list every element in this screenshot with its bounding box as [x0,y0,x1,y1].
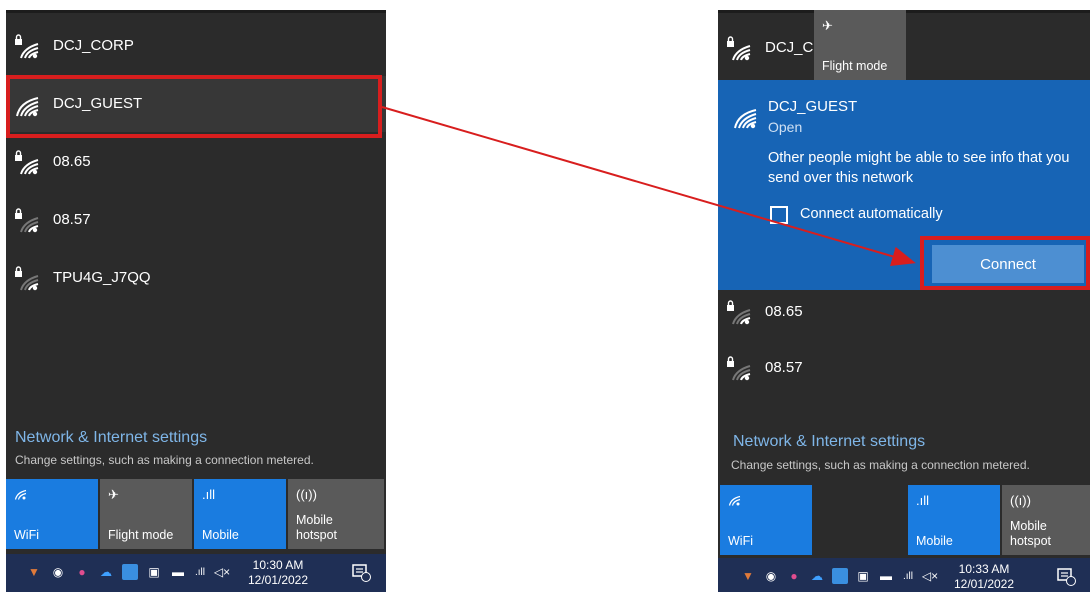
tile-wifi[interactable]: WiFi [720,485,812,555]
signal-icon: .ıll [202,487,215,502]
network-ssid: 08.57 [765,359,803,376]
speaker-muted-icon[interactable]: ◁× [214,564,230,580]
notification-icon [352,564,371,582]
outlook-icon[interactable] [122,564,138,580]
lock-icon[interactable]: ▣ [146,564,162,580]
wifi-icon [728,495,741,506]
notification-center-icon[interactable] [351,562,371,582]
network-item-08-65[interactable]: 08.65 [6,134,386,190]
teams-icon[interactable]: ● [74,564,90,580]
network-item-dcj-corp[interactable]: DCJ_CORP [6,18,386,74]
network-ssid: DCJ_CORP [53,37,134,54]
clock[interactable]: 10:30 AM 12/01/2022 [242,558,314,588]
network-item-08-65[interactable]: 08.65 [718,284,1090,340]
speaker-muted-icon[interactable]: ◁× [922,568,938,584]
clock-date: 12/01/2022 [247,573,309,587]
onedrive-icon[interactable]: ☁ [98,564,114,580]
tile-flight-mode[interactable]: ✈ Flight mode [814,10,906,80]
network-settings-description: Change settings, such as making a connec… [731,458,1030,472]
tile-label: Flight mode [108,528,174,542]
network-item-08-57[interactable]: 08.57 [6,192,386,248]
network-ssid: 08.65 [53,153,91,170]
checkbox-box[interactable] [770,206,788,224]
chevron-down-icon[interactable]: ▼ [740,568,756,584]
network-settings-link[interactable]: Network & Internet settings [733,433,925,451]
secured-wifi-icon [727,36,751,61]
network-ssid: 08.57 [53,211,91,228]
network-status: Open [768,119,803,135]
taskbar: ▼ ◉ ● ☁ ▣ ▬ .ıll ◁× 10:30 AM 12/01/2022 [6,554,386,592]
clock-time: 10:30 AM [252,558,304,572]
clock[interactable]: 10:33 AM 12/01/2022 [948,562,1020,592]
onedrive-icon[interactable]: ☁ [809,568,825,584]
battery-icon[interactable]: ▬ [170,564,186,580]
signal-icon[interactable]: .ıll [192,564,208,580]
signal-icon[interactable]: .ıll [900,568,916,584]
airplane-icon: ✈ [108,487,119,502]
tile-flight-mode[interactable]: ✈ Flight mode [100,479,192,549]
tile-mobile[interactable]: .ıll Mobile [908,485,1000,555]
hotspot-icon: ((ı)) [296,487,317,502]
clock-time: 10:33 AM [958,562,1010,576]
network-item-tpu4g[interactable]: TPU4G_J7QQ [6,250,386,306]
chevron-down-icon[interactable]: ▼ [26,564,42,580]
secured-wifi-weak-icon [15,266,39,291]
tile-label: Flight mode [822,59,888,73]
signal-icon: .ıll [916,493,929,508]
battery-icon[interactable]: ▬ [878,568,894,584]
network-ssid: DCJ_GUEST [768,98,858,115]
open-wifi-icon [734,109,757,129]
tile-label: Mobile hotspot [1010,519,1052,548]
secured-wifi-weak-icon [727,356,751,381]
teams-icon[interactable]: ● [786,568,802,584]
secured-wifi-weak-icon [727,300,751,325]
notification-icon [1057,568,1076,586]
hotspot-icon: ((ı)) [1010,493,1031,508]
record-icon[interactable]: ◉ [763,568,779,584]
secured-wifi-icon [15,34,39,59]
security-warning: Other people might be able to see info t… [768,150,1070,186]
secured-wifi-icon [15,150,39,175]
tile-mobile[interactable]: .ıll Mobile [194,479,286,549]
wifi-icon [14,489,27,500]
tile-label: Mobile hotspot [296,513,338,542]
panel-top-edge [6,10,386,13]
secured-wifi-weak-icon [15,208,39,233]
outlook-icon[interactable] [832,568,848,584]
tile-mobile-hotspot[interactable]: ((ı)) Mobile hotspot [1002,485,1090,555]
wifi-flyout-after: DCJ_CORP DCJ_GUEST Open Other people mig… [718,10,1090,592]
network-ssid: 08.65 [765,303,803,320]
record-icon[interactable]: ◉ [50,564,66,580]
checkbox-label: Connect automatically [800,206,943,222]
network-settings-description: Change settings, such as making a connec… [15,453,314,467]
network-settings-link[interactable]: Network & Internet settings [15,429,207,447]
network-ssid: TPU4G_J7QQ [53,269,151,286]
notification-center-icon[interactable] [1056,566,1076,586]
tile-wifi[interactable]: WiFi [6,479,98,549]
highlight-connect-button [920,236,1090,290]
airplane-icon: ✈ [822,18,833,33]
tile-mobile-hotspot[interactable]: ((ı)) Mobile hotspot [288,479,384,549]
network-item-08-57[interactable]: 08.57 [718,340,1090,396]
taskbar: ▼ ◉ ● ☁ ▣ ▬ .ıll ◁× 10:33 AM 12/01/2022 [718,558,1090,592]
highlight-dcj-guest [6,75,382,138]
tile-label: Mobile [916,534,953,548]
tile-label: WiFi [14,528,39,542]
lock-icon[interactable]: ▣ [855,568,871,584]
tile-label: WiFi [728,534,753,548]
tile-label: Mobile [202,528,239,542]
